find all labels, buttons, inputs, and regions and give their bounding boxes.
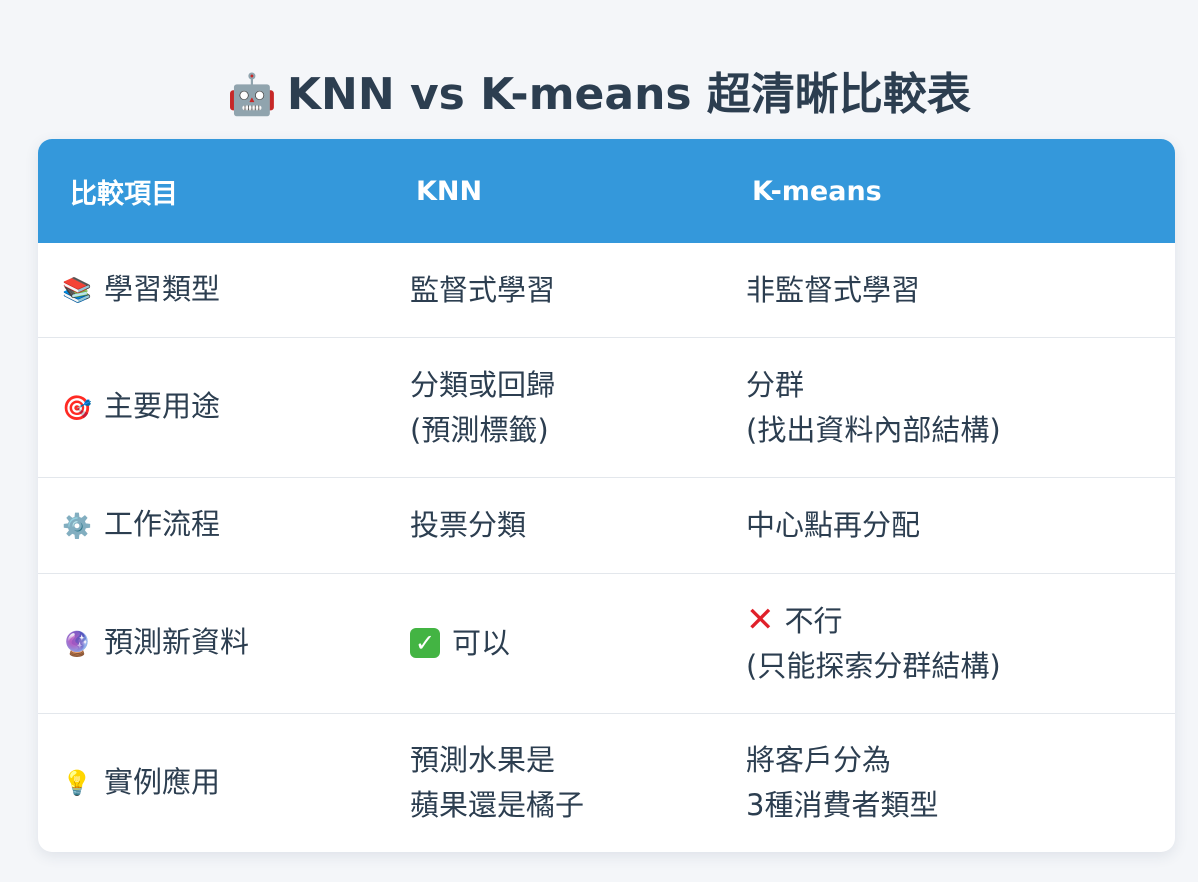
kmeans-value: 不行: [784, 603, 843, 638]
row-label-cell: 💡 實例應用: [38, 713, 384, 852]
knn-value-line2: 蘋果還是橘子: [410, 788, 585, 822]
kmeans-value: 將客戶分為: [746, 743, 892, 777]
row-label-cell: 📚 學習類型: [38, 243, 384, 338]
table-row: ⚙️ 工作流程 投票分類 中心點再分配: [38, 477, 1175, 574]
kmeans-cell: ✕ 不行 (只能探索分群結構): [720, 573, 1175, 714]
knn-cell: ✓ 可以: [384, 573, 720, 714]
kmeans-value-line2: 3種消費者類型: [746, 788, 939, 822]
comparison-table-card: 比較項目 KNN K-means 📚 學習類型 監督式學習 非監督式學習 🎯 主要用…: [38, 139, 1175, 852]
knn-value: 投票分類: [410, 508, 527, 542]
table-header-row: 比較項目 KNN K-means: [38, 139, 1175, 243]
check-icon: ✓: [410, 628, 440, 658]
cross-icon: ✕: [746, 600, 775, 640]
row-label: 預測新資料: [104, 625, 250, 660]
books-icon: 📚: [62, 276, 92, 305]
header-compare-item: 比較項目: [38, 139, 384, 243]
table-row: 🎯 主要用途 分類或回歸 (預測標籤) 分群 (找出資料內部結構): [38, 337, 1175, 478]
light-bulb-icon: 💡: [62, 769, 92, 798]
row-label-cell: 🎯 主要用途: [38, 337, 384, 478]
knn-cell: 預測水果是 蘋果還是橘子: [384, 713, 720, 852]
crystal-ball-icon: 🔮: [62, 629, 92, 658]
table-row: 💡 實例應用 預測水果是 蘋果還是橘子 將客戶分為 3種消費者類型: [38, 713, 1175, 852]
row-label: 工作流程: [104, 507, 221, 542]
kmeans-value-note: (只能探索分群結構): [746, 648, 1001, 683]
kmeans-cell: 中心點再分配: [720, 477, 1175, 574]
row-label: 實例應用: [104, 764, 221, 799]
robot-icon: 🤖: [227, 72, 277, 119]
kmeans-value: 分群: [746, 367, 805, 402]
header-kmeans: K-means: [720, 139, 1175, 243]
knn-cell: 監督式學習: [384, 243, 720, 338]
kmeans-cell: 分群 (找出資料內部結構): [720, 337, 1175, 478]
knn-value: 分類或回歸: [410, 367, 556, 402]
row-label: 主要用途: [104, 389, 221, 424]
row-label-cell: 🔮 預測新資料: [38, 573, 384, 714]
knn-value: 可以: [452, 626, 511, 660]
header-knn: KNN: [384, 139, 720, 243]
kmeans-cell: 將客戶分為 3種消費者類型: [720, 713, 1175, 852]
kmeans-value: 非監督式學習: [746, 272, 921, 307]
table-row: 📚 學習類型 監督式學習 非監督式學習: [38, 243, 1175, 338]
knn-value: 預測水果是: [410, 743, 556, 777]
knn-value: 監督式學習: [410, 272, 556, 307]
page-title-text: KNN vs K-means 超清晰比較表: [286, 69, 971, 121]
table-row: 🔮 預測新資料 ✓ 可以 ✕ 不行 (只能探索分群結構): [38, 573, 1175, 714]
kmeans-cell: 非監督式學習: [720, 243, 1175, 338]
gear-icon: ⚙️: [62, 511, 92, 540]
row-label: 學習類型: [104, 271, 221, 306]
knn-value-note: (預測標籤): [410, 412, 549, 447]
knn-cell: 分類或回歸 (預測標籤): [384, 337, 720, 478]
knn-cell: 投票分類: [384, 477, 720, 574]
target-icon: 🎯: [62, 393, 92, 422]
comparison-table: 比較項目 KNN K-means 📚 學習類型 監督式學習 非監督式學習 🎯 主要用…: [38, 139, 1175, 852]
row-label-cell: ⚙️ 工作流程: [38, 477, 384, 574]
kmeans-value: 中心點再分配: [746, 508, 921, 542]
kmeans-value-note: (找出資料內部結構): [746, 412, 1001, 447]
page-title: 🤖 KNN vs K-means 超清晰比較表: [0, 65, 1198, 125]
